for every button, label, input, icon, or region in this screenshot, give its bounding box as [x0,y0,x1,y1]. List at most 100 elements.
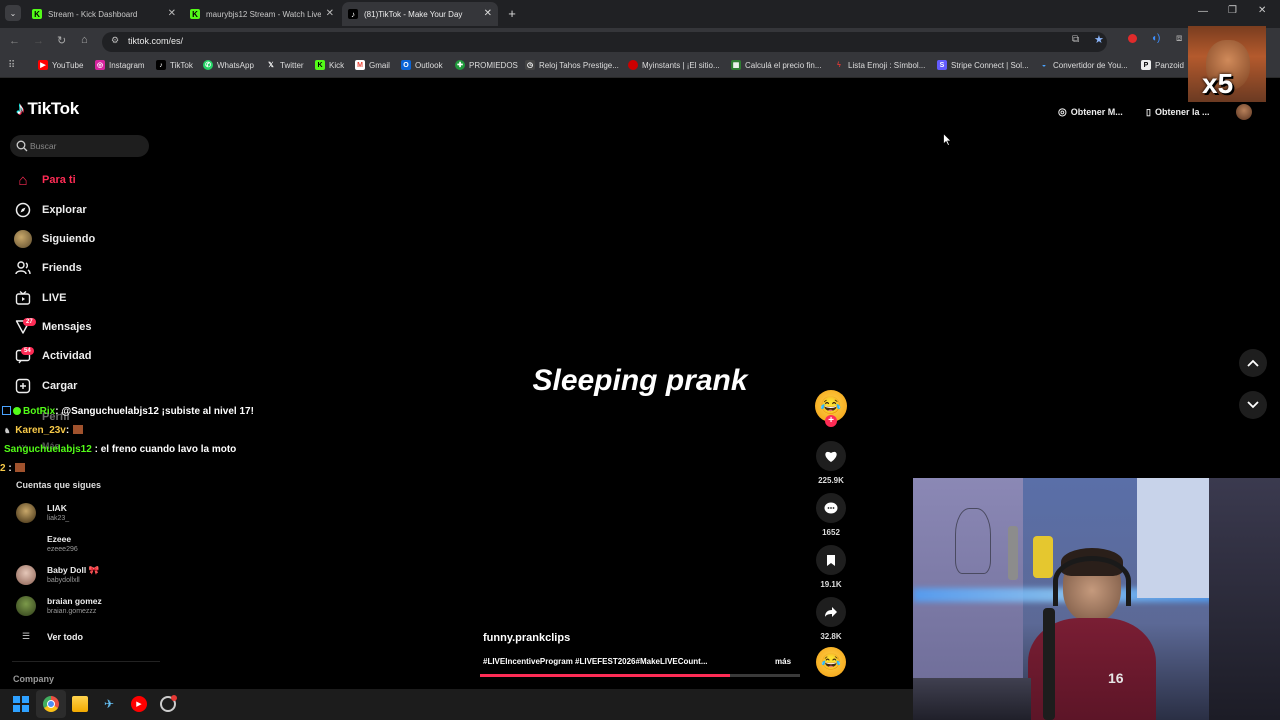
video-progress-bar[interactable] [480,674,800,677]
bookmark-label: Kick [329,60,345,70]
following-account[interactable]: braian gomez braian.gomezzz [16,596,102,616]
jersey-number: 16 [1108,670,1124,686]
nav-para-ti[interactable]: ⌂ Para ti [14,171,75,189]
see-all-link[interactable]: ☰ Ver todo [16,631,83,642]
bookmark-stripe[interactable]: S Stripe Connect | Sol... [937,60,1029,70]
previous-video-button[interactable] [1239,349,1267,377]
obs-icon[interactable] [160,695,177,712]
get-app-button[interactable]: ▯ Obtener la ... [1146,101,1209,123]
account-name: braian gomez [47,596,102,606]
next-video-button[interactable] [1239,391,1267,419]
comment-action[interactable]: 1652 [816,493,846,537]
webcam-bottle [1008,526,1018,580]
save-action[interactable]: 19.1K [816,545,846,589]
like-action[interactable]: 225.9K [816,441,846,485]
watch-icon: ◷ [525,60,535,70]
nav-live[interactable]: LIVE [14,289,66,307]
shares-count: 32.8K [820,632,842,641]
bookmark-youtube[interactable]: ▶ YouTube [38,60,83,70]
bookmark-calcula[interactable]: ▦ Calculá el precio fin... [731,60,821,70]
profile-avatar[interactable] [1236,104,1252,120]
get-coins-button[interactable]: ◎ Obtener M... [1058,101,1123,123]
browser-tab-tiktok[interactable]: ♪ (81)TikTok - Make Your Day ✕ [342,2,498,26]
description-more-button[interactable]: más [775,657,791,666]
steam-icon[interactable]: ✈ [101,696,117,712]
bookmark-panzoid[interactable]: P Panzoid [1141,60,1184,70]
close-tab-icon[interactable]: ✕ [326,8,334,19]
close-tab-icon[interactable]: ✕ [484,8,492,19]
sound-disc[interactable]: 😂 [816,647,846,677]
file-explorer-icon[interactable] [72,696,88,712]
bookmark-emoji[interactable]: ϟ Lista Emoji : Símbol... [834,60,925,70]
browser-tab-kick-stream[interactable]: K maurybjs12 Stream - Watch Live ✕ [184,2,340,26]
heart-icon[interactable] [816,441,846,471]
bookmark-label: Panzoid [1155,60,1184,70]
messages-badge: 27 [23,318,36,326]
home-icon[interactable]: ⌂ [81,34,88,46]
bookmark-twitter[interactable]: 𝕏 Twitter [266,60,303,70]
bookmark-outlook[interactable]: O Outlook [401,60,443,70]
restore-window-button[interactable]: ❐ [1228,5,1237,16]
bookmark-instagram[interactable]: ◎ Instagram [95,60,145,70]
chat-user: Sanguchuelabjs12 [4,444,92,455]
back-arrow-icon[interactable]: ← [9,35,20,47]
bookmark-reloj[interactable]: ◷ Reloj Tahos Prestige... [525,60,619,70]
see-all-label: Ver todo [47,631,84,642]
forward-arrow-icon[interactable]: → [33,35,44,47]
share-arrow-icon[interactable] [816,597,846,627]
cast-icon[interactable]: ⧉ [1072,34,1079,45]
close-window-button[interactable]: ✕ [1258,5,1266,16]
x-twitter-icon: 𝕏 [268,62,274,69]
bookmark-whatsapp[interactable]: ✆ WhatsApp [203,60,254,70]
converter-icon: ◒ [1041,61,1047,69]
following-account[interactable]: Ezeee ezeee296 [16,534,78,554]
account-name: LIAK [47,503,67,513]
tab-search-button[interactable]: ⌄ [5,5,21,21]
home-icon: ⌂ [18,171,28,189]
upload-plus-icon [14,377,32,395]
apps-grid-icon[interactable]: ⠿ [8,60,15,71]
nav-friends[interactable]: Friends [14,259,82,277]
nav-explorar[interactable]: Explorar [14,201,87,219]
bookmark-kick[interactable]: K Kick [315,60,344,70]
reload-icon[interactable]: ↻ [57,34,66,47]
bookmark-tiktok[interactable]: ♪ TikTok [156,60,193,70]
nav-label: Actividad [42,350,92,362]
company-link[interactable]: Company [13,674,54,684]
following-account[interactable]: Baby Doll 🎀 babydollxll [16,565,99,585]
extension-icon[interactable] [1128,34,1137,43]
following-account[interactable]: LIAK liak23_ [16,503,69,523]
minimize-window-button[interactable]: — [1198,6,1208,17]
video-caption-overlay: Sleeping prank [532,364,748,397]
video-author[interactable]: funny.prankclips [483,632,570,644]
bookmark-myinstants[interactable]: Myinstants | ¡El sitio... [628,60,720,70]
account-name: Baby Doll 🎀 [47,565,100,575]
site-info-icon[interactable]: ⚙ [111,35,119,46]
extensions-puzzle-icon[interactable]: ⧈ [1176,33,1182,44]
search-input[interactable]: Buscar [10,135,149,157]
chat-text: : @Sanguchuelabjs12 ¡subiste al nivel 17… [55,406,254,417]
bookmark-label: YouTube [52,60,84,70]
close-tab-icon[interactable]: ✕ [168,8,176,19]
nav-siguiendo[interactable]: Siguiendo [14,230,95,248]
following-avatar-icon [14,230,32,248]
address-bar[interactable]: ⚙ tiktok.com/es/ [102,32,1107,52]
youtube-taskbar-icon[interactable]: ▶ [131,696,147,712]
bookmark-star-icon[interactable]: ★ [1094,33,1104,46]
windows-start-icon[interactable] [13,696,29,712]
bookmark-gmail[interactable]: M Gmail [355,60,390,70]
extension-icon[interactable]: ◖) [1151,33,1160,44]
tiktok-logo[interactable]: ♪ TikTok [16,99,79,119]
emoji-list-icon: ϟ [837,61,841,69]
bookmark-promiedos[interactable]: ✚ PROMIEDOS [455,60,518,70]
comment-icon[interactable] [816,493,846,523]
search-icon [16,140,28,152]
follow-plus-button[interactable]: + [825,415,837,427]
bookmark-icon[interactable] [816,545,846,575]
search-placeholder: Buscar [30,141,57,151]
bookmark-convertidor[interactable]: ◒ Convertidor de You... [1039,60,1128,70]
nav-cargar[interactable]: Cargar [14,377,77,395]
share-action[interactable]: 32.8K [816,597,846,641]
browser-tab-kick-dashboard[interactable]: K Stream - Kick Dashboard ✕ [26,2,182,26]
new-tab-button[interactable]: + [504,5,520,21]
